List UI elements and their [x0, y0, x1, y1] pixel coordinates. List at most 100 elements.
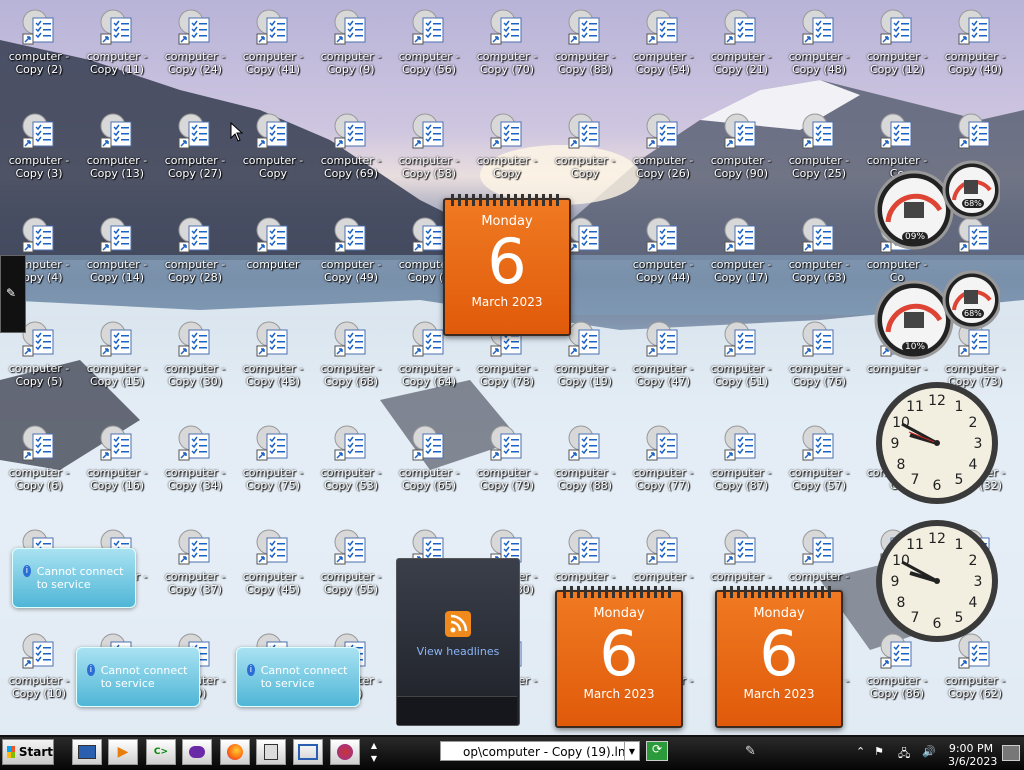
desktop-shortcut-icon[interactable]: computer - Copy (58) — [390, 104, 468, 208]
desktop-shortcut-icon[interactable]: computer - Copy (77) — [624, 416, 702, 520]
shortcut-icon — [546, 528, 624, 568]
desktop-shortcut-icon[interactable]: computer - Copy (65) — [390, 416, 468, 520]
desktop-shortcut-icon[interactable]: computer - Copy (54) — [624, 0, 702, 104]
cpu-meter-gadget[interactable]: 09% 68% — [874, 160, 1002, 250]
desktop-shortcut-icon[interactable]: computer - Copy (34) — [156, 416, 234, 520]
shortcut-label: computer - Copy (48) — [788, 50, 850, 76]
desktop-shortcut-icon[interactable]: computer - Copy (37) — [156, 520, 234, 624]
shortcut-label: computer - Copy (88) — [554, 466, 616, 492]
desktop-shortcut-icon[interactable]: computer - Copy (24) — [156, 0, 234, 104]
address-bar[interactable]: op\computer - Copy (19).lnk — [440, 741, 640, 761]
weather-gadget-error[interactable]: i Cannot connect to service — [12, 548, 136, 608]
desktop-shortcut-icon[interactable]: computer - Copy (47) — [624, 312, 702, 416]
analog-clock-gadget[interactable]: 12 1 2 345 678 9 10 11 — [874, 518, 1000, 644]
calendar-gadget[interactable]: Monday 6 March 2023 — [443, 194, 571, 336]
cpu-meter-gadget[interactable]: 10% 68% — [874, 270, 1002, 360]
media-player-button[interactable]: ▶ — [108, 739, 138, 765]
start-button[interactable]: Start — [2, 739, 54, 765]
desktop-shortcut-icon[interactable]: computer - Copy (14) — [78, 208, 156, 312]
volume-icon[interactable]: 🔊 — [922, 745, 936, 758]
desktop-shortcut-icon[interactable]: computer - Copy (6) — [0, 416, 78, 520]
taskbar-clock[interactable]: 9:00 PM 3/6/2023 — [948, 742, 997, 768]
shortcut-icon — [702, 216, 780, 256]
desktop-shortcut-icon[interactable]: computer - Copy (13) — [78, 104, 156, 208]
desktop-shortcut-icon[interactable]: computer - Copy (26) — [624, 104, 702, 208]
weather-gadget-error[interactable]: i Cannot connect to service — [76, 647, 200, 707]
desktop-shortcut-icon[interactable]: computer - Copy (40) — [936, 0, 1014, 104]
desktop-shortcut-icon[interactable]: computer — [234, 208, 312, 312]
desktop-shortcut-icon[interactable]: computer - Copy (83) — [546, 0, 624, 104]
notice-row: i Cannot connect to service — [237, 648, 359, 690]
desktop-shortcut-icon[interactable]: computer - Copy (41) — [234, 0, 312, 104]
address-dropdown-button[interactable]: ▼ — [624, 741, 640, 761]
desktop-shortcut-icon[interactable]: computer - Copy (28) — [156, 208, 234, 312]
desktop-shortcut-icon[interactable]: computer - Copy (87) — [702, 416, 780, 520]
mouse-pointer-icon — [230, 122, 244, 142]
shortcut-icon — [234, 528, 312, 568]
edit-icon[interactable]: ✎ — [745, 744, 756, 759]
shortcut-icon — [624, 528, 702, 568]
desktop-shortcut-icon[interactable]: computer - Copy (15) — [78, 312, 156, 416]
app-button-2[interactable] — [330, 739, 360, 765]
desktop-shortcut-icon[interactable]: computer - Copy — [234, 104, 312, 208]
firefox-button[interactable] — [220, 739, 250, 765]
desktop-shortcut-icon[interactable]: computer - Copy (16) — [78, 416, 156, 520]
desktop-shortcut-icon[interactable]: computer - Copy (3) — [0, 104, 78, 208]
view-headlines-link[interactable]: View headlines — [397, 645, 519, 658]
sidebar-toggle[interactable]: ✎ — [0, 255, 26, 333]
desktop-shortcut-icon[interactable]: computer - Copy — [468, 104, 546, 208]
shortcut-label: computer - Copy (57) — [788, 466, 850, 492]
window-icon — [298, 744, 318, 760]
show-desktop-button[interactable] — [72, 739, 102, 765]
desktop-shortcut-icon[interactable]: computer - Copy (45) — [234, 520, 312, 624]
desktop-shortcut-icon[interactable]: computer - Copy (75) — [234, 416, 312, 520]
desktop-shortcut-icon[interactable]: computer - Copy (63) — [780, 208, 858, 312]
calendar-gadget[interactable]: Monday 6 March 2023 — [715, 586, 843, 728]
desktop-shortcut-icon[interactable]: computer - Copy (53) — [312, 416, 390, 520]
shortcut-label: computer - — [554, 570, 616, 583]
analog-clock-gadget[interactable]: 12 1 2 345 678 9 10 11 — [874, 380, 1000, 506]
desktop-shortcut-icon[interactable]: computer - Copy (12) — [858, 0, 936, 104]
desktop-shortcut-icon[interactable]: computer - Copy (44) — [624, 208, 702, 312]
desktop-shortcut-icon[interactable]: computer - Copy (2) — [0, 0, 78, 104]
desktop-shortcut-icon[interactable]: computer - Copy (21) — [702, 0, 780, 104]
desktop-shortcut-icon[interactable]: computer - Copy (69) — [312, 104, 390, 208]
desktop-shortcut-icon[interactable]: computer - Copy (30) — [156, 312, 234, 416]
feed-headlines-gadget[interactable]: View headlines — [396, 558, 520, 726]
desktop-shortcut-icon[interactable]: computer - Copy (11) — [78, 0, 156, 104]
go-button[interactable]: ⟳ — [646, 741, 668, 761]
calendar-gadget[interactable]: Monday 6 March 2023 — [555, 586, 683, 728]
desktop-shortcut-icon[interactable]: computer - Copy (76) — [780, 312, 858, 416]
desktop-shortcut-icon[interactable]: computer - Copy (51) — [702, 312, 780, 416]
show-hidden-icons-button[interactable]: ⌃ — [856, 745, 865, 758]
quicklaunch-scroll[interactable]: ▲ ▼ — [366, 739, 382, 765]
desktop-shortcut-icon[interactable]: computer - Copy (43) — [234, 312, 312, 416]
calendar-month-year: March 2023 — [583, 687, 655, 701]
desktop-shortcut-icon[interactable]: computer - Copy (57) — [780, 416, 858, 520]
desktop-shortcut-icon[interactable]: computer - Copy (27) — [156, 104, 234, 208]
desktop-shortcut-icon[interactable]: computer - Copy (48) — [780, 0, 858, 104]
shortcut-icon — [78, 216, 156, 256]
desktop-shortcut-icon[interactable]: computer - Copy — [546, 104, 624, 208]
window-button[interactable] — [293, 739, 323, 765]
desktop-shortcut-icon[interactable]: computer - Copy (9) — [312, 0, 390, 104]
network-icon[interactable]: 🖧 — [898, 745, 910, 764]
app-button[interactable] — [182, 739, 212, 765]
desktop-shortcut-icon[interactable]: computer - Copy (79) — [468, 416, 546, 520]
flag-icon[interactable]: ⚑ — [874, 745, 884, 758]
terminal-button[interactable]: C> — [146, 739, 176, 765]
show-desktop-corner-button[interactable] — [1002, 745, 1020, 761]
desktop-shortcut-icon[interactable]: computer - Copy (88) — [546, 416, 624, 520]
desktop-shortcut-icon[interactable]: computer - Copy (10) — [0, 624, 78, 728]
desktop-shortcut-icon[interactable]: computer - Copy (68) — [312, 312, 390, 416]
desktop-shortcut-icon[interactable]: computer - Copy (90) — [702, 104, 780, 208]
desktop-shortcut-icon[interactable]: computer - Copy (70) — [468, 0, 546, 104]
shortcut-label: computer - Copy (19) — [554, 362, 616, 388]
desktop-shortcut-icon[interactable]: computer - Copy (17) — [702, 208, 780, 312]
calculator-button[interactable] — [256, 739, 286, 765]
desktop-shortcut-icon[interactable]: computer - Copy (25) — [780, 104, 858, 208]
weather-gadget-error[interactable]: i Cannot connect to service — [236, 647, 360, 707]
desktop-shortcut-icon[interactable]: computer - Copy (56) — [390, 0, 468, 104]
desktop-shortcut-icon[interactable]: computer - Copy (49) — [312, 208, 390, 312]
desktop-shortcut-icon[interactable]: computer - Copy (55) — [312, 520, 390, 624]
